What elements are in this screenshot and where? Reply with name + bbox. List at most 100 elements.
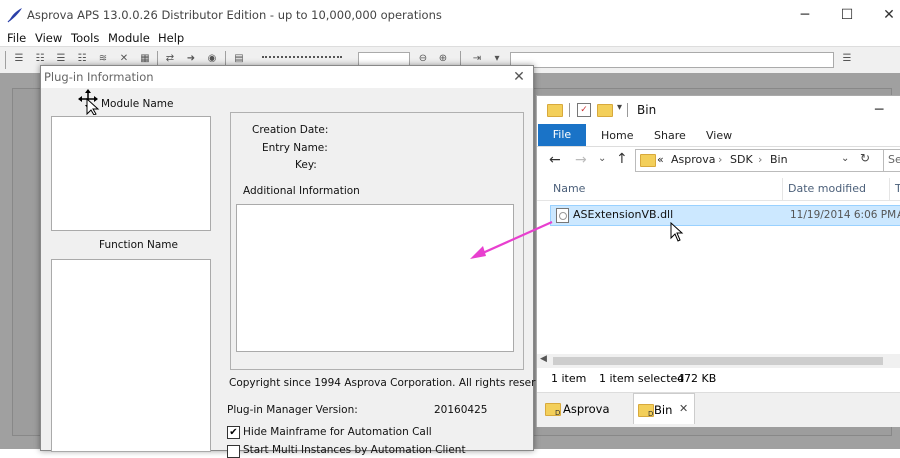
tab-asprova[interactable]: D Asprova [543, 397, 631, 421]
dll-file-icon [556, 208, 569, 223]
menu-module[interactable]: Module [108, 31, 150, 45]
folder-icon [640, 154, 656, 167]
back-arrow-icon[interactable]: ← [549, 152, 561, 168]
column-divider[interactable] [782, 178, 783, 200]
command-options-icon[interactable]: ☰ [840, 53, 854, 65]
file-name[interactable]: ASExtensionVB.dll [573, 208, 673, 221]
globe-icon[interactable]: ◉ [205, 53, 219, 65]
recent-locations-icon[interactable]: ⌄ [598, 153, 606, 164]
app-title: Asprova APS 13.0.0.26 Distributor Editio… [27, 8, 442, 22]
explorer-tabs: D Asprova D Bin ✕ [537, 392, 900, 427]
explorer-titlebar: ✓ ▾ Bin ─ [537, 96, 900, 124]
minimize-button[interactable]: ─ [782, 0, 828, 30]
menu-help[interactable]: Help [158, 31, 184, 45]
maximize-icon: ☐ [840, 7, 854, 23]
tab-close-icon[interactable]: ✕ [679, 402, 688, 415]
dialog-close-button[interactable]: ✕ [509, 67, 529, 87]
plugin-manager-version-value: 20160425 [434, 404, 488, 416]
function-name-list[interactable] [51, 259, 211, 452]
menu-bar: File View Tools Module Help [0, 30, 900, 46]
column-date-modified[interactable]: Date modified [788, 182, 866, 195]
menu-tools[interactable]: Tools [71, 31, 99, 45]
dropdown-arrow-icon[interactable]: ▾ [490, 53, 504, 65]
horizontal-scrollbar[interactable]: ◀ [537, 354, 900, 368]
ribbon-tab-view[interactable]: View [706, 129, 732, 142]
column-name[interactable]: Name [553, 182, 585, 195]
ribbon-tab-file[interactable]: File [538, 124, 586, 146]
address-dropdown-icon[interactable]: ⌄ [841, 153, 849, 164]
explorer-minimize-button[interactable]: ─ [875, 102, 883, 118]
search-placeholder: Se [888, 153, 900, 166]
chart-icon[interactable]: ≋ [96, 53, 110, 65]
check-icon: ✔ [229, 427, 238, 438]
zoom-out-icon[interactable]: ⊖ [416, 53, 430, 65]
zoom-in-icon[interactable]: ⊕ [436, 53, 450, 65]
scroll-left-icon[interactable]: ◀ [540, 354, 547, 364]
plugin-manager-version-label: Plug-in Manager Version: [227, 404, 358, 416]
close-icon: ✕ [883, 7, 895, 23]
search-box[interactable]: Se [883, 149, 900, 172]
status-size: 472 KB [677, 372, 717, 385]
divider [569, 103, 570, 117]
key-label: Key: [295, 159, 317, 171]
asprova-logo-icon [7, 8, 22, 23]
status-bar: 1 item 1 item selected 472 KB [537, 368, 900, 390]
cross-chart-icon[interactable]: ✕ [117, 53, 131, 65]
arrow-right-icon[interactable]: ➜ [184, 53, 198, 65]
ribbon-tab-home[interactable]: Home [601, 129, 633, 142]
additional-info-label: Additional Information [243, 185, 360, 197]
tab-bin[interactable]: D Bin ✕ [633, 393, 695, 424]
start-multi-instances-checkbox[interactable] [227, 445, 240, 458]
column-type[interactable]: T [895, 182, 900, 195]
maximize-button[interactable]: ☐ [824, 0, 870, 30]
mouse-cursor-icon [670, 222, 684, 242]
menu-view[interactable]: View [35, 31, 62, 45]
time-scale-slider[interactable] [262, 56, 342, 63]
order-gantt-icon[interactable]: ☷ [75, 53, 89, 65]
plugin-information-dialog: Plug-in Information ✕ Module Name Functi… [40, 65, 558, 458]
close-button[interactable]: ✕ [866, 0, 900, 30]
gantt-icon[interactable]: ☰ [12, 53, 26, 65]
tab-label: Bin [654, 403, 673, 417]
toolbar-separator [5, 51, 6, 69]
ribbon-tab-share[interactable]: Share [654, 129, 686, 142]
function-name-label: Function Name [99, 239, 178, 251]
tab-badge: D [648, 410, 654, 418]
file-row[interactable]: ASExtensionVB.dll 11/19/2014 6:06 PM A [550, 205, 900, 226]
hide-mainframe-checkbox[interactable]: ✔ [227, 426, 240, 439]
breadcrumb-bin[interactable]: Bin [770, 153, 788, 166]
new-folder-icon[interactable] [597, 104, 613, 117]
column-divider[interactable] [889, 178, 890, 200]
breadcrumb-separator: › [758, 153, 763, 166]
divider [627, 103, 628, 117]
forward-arrow-icon[interactable]: → [575, 152, 587, 168]
gantt-filter-icon[interactable]: ☷ [33, 53, 47, 65]
entry-name-label: Entry Name: [262, 142, 328, 154]
list-icon[interactable]: ▤ [232, 53, 246, 65]
column-headers: Name Date modified T [537, 178, 900, 201]
move-cursor-icon [78, 89, 100, 115]
file-explorer-window: ✓ ▾ Bin ─ File Home Share View ← → ⌄ ↑ «… [536, 95, 900, 427]
breadcrumb-overflow[interactable]: « [657, 153, 664, 166]
breadcrumb-asprova[interactable]: Asprova [671, 153, 716, 166]
file-date-modified: 11/19/2014 6:06 PM [790, 209, 897, 221]
status-item-count: 1 item [551, 372, 587, 385]
module-name-label: Module Name [101, 98, 174, 110]
tab-label: Asprova [563, 402, 610, 416]
properties-icon[interactable]: ✓ [577, 103, 591, 117]
status-selected: 1 item selected [599, 372, 685, 385]
additional-info-textbox[interactable] [236, 204, 514, 352]
insert-icon[interactable]: ⇥ [470, 53, 484, 65]
quick-access-dropdown-icon[interactable]: ▾ [617, 102, 622, 113]
table-icon[interactable]: ▦ [138, 53, 152, 65]
command-combobox[interactable] [510, 52, 834, 68]
scrollbar-thumb[interactable] [553, 357, 883, 365]
menu-file[interactable]: File [7, 31, 26, 45]
swap-icon[interactable]: ⇄ [163, 53, 177, 65]
refresh-icon[interactable]: ↻ [860, 151, 870, 165]
up-arrow-icon[interactable]: ↑ [616, 151, 628, 167]
module-name-list[interactable] [51, 116, 211, 231]
resource-gantt-icon[interactable]: ☰ [54, 53, 68, 65]
breadcrumb-sdk[interactable]: SDK [730, 153, 753, 166]
app-titlebar: Asprova APS 13.0.0.26 Distributor Editio… [0, 0, 900, 30]
